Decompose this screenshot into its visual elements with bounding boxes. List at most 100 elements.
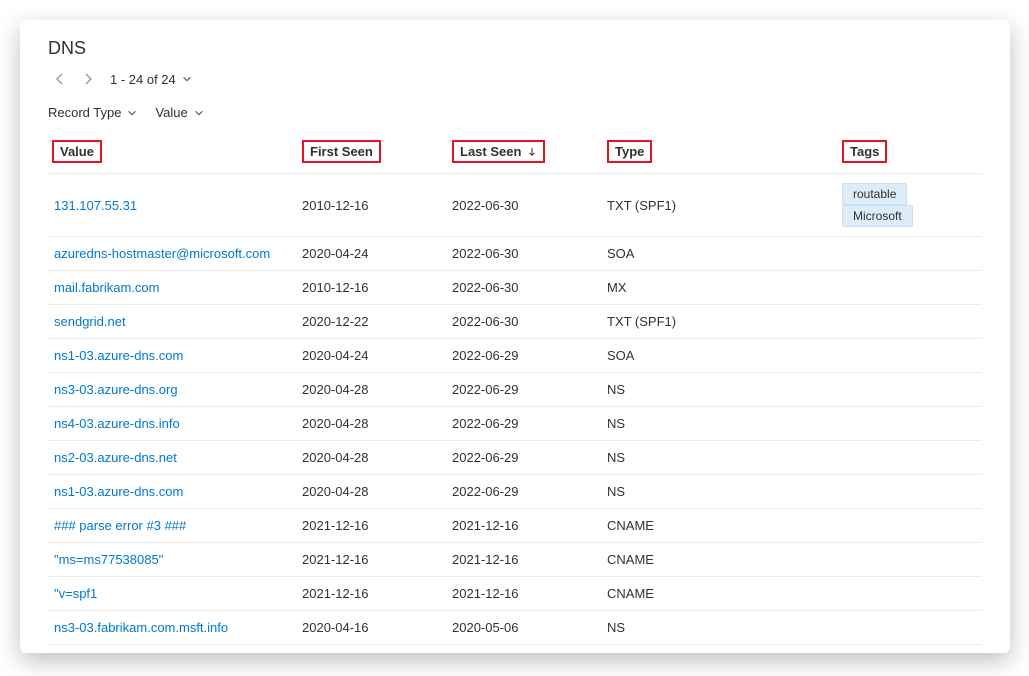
cell-type: MX [603, 271, 838, 305]
cell-first-seen: 2020-04-24 [298, 237, 448, 271]
table-row: ns2-03.azure-dns.net2020-04-282022-06-29… [48, 441, 982, 475]
table-row: azuredns-hostmaster@microsoft.com 2020-04… [48, 237, 982, 271]
cell-type: TXT (SPF1) [603, 174, 838, 237]
cell-first-seen: 2020-04-24 [298, 339, 448, 373]
cell-tags [838, 611, 982, 645]
value-link[interactable]: ns3-03.azure-dns.org [54, 382, 178, 397]
cell-first-seen: 2010-12-16 [298, 174, 448, 237]
table-header-row: Value First Seen Last Seen Type Tags [48, 130, 982, 174]
value-link[interactable]: ns4-03.azure-dns.info [54, 416, 180, 431]
cell-first-seen: 2010-12-16 [298, 271, 448, 305]
table-row: "v=spf12021-12-162021-12-16CNAME [48, 577, 982, 611]
value-link[interactable]: azuredns-hostmaster@microsoft.com [54, 246, 270, 261]
column-header-tags[interactable]: Tags [838, 130, 982, 174]
value-link[interactable]: ns2-03.azure-dns.net [54, 450, 177, 465]
filters-row: Record Type Value [48, 105, 982, 120]
cell-first-seen: 2020-04-28 [298, 475, 448, 509]
cell-last-seen: 2022-06-29 [448, 339, 603, 373]
cell-tags [838, 509, 982, 543]
table-row: ns3-03.fabrikam.com.msft.info 2020-04-162… [48, 611, 982, 645]
cell-tags [838, 271, 982, 305]
tag-pill[interactable]: Microsoft [842, 205, 913, 227]
cell-type: NS [603, 611, 838, 645]
cell-last-seen: 2021-12-16 [448, 509, 603, 543]
table-row: 131.107.55.31 2010-12-162022-06-30TXT (SP… [48, 174, 982, 237]
table-row: mail.fabrikam.com 2010-12-162022-06-30MX [48, 271, 982, 305]
cell-type: SOA [603, 237, 838, 271]
cell-first-seen: 2020-12-22 [298, 305, 448, 339]
value-link[interactable]: 131.107.55.31 [54, 198, 137, 213]
column-header-type[interactable]: Type [603, 130, 838, 174]
dns-panel: DNS 1 - 24 of 24 Record Type Value Value [20, 20, 1010, 653]
chevron-right-icon [82, 73, 94, 85]
filter-value[interactable]: Value [155, 105, 203, 120]
table-row: ns1-03.azure-dns.com 2020-04-282022-06-29… [48, 475, 982, 509]
cell-first-seen: 2020-04-28 [298, 373, 448, 407]
column-header-last-seen[interactable]: Last Seen [448, 130, 603, 174]
value-link[interactable]: ns1-03.azure-dns.com [54, 484, 183, 499]
cell-tags [838, 305, 982, 339]
value-link[interactable]: "v=spf1 [54, 586, 97, 601]
cell-type: CNAME [603, 543, 838, 577]
cell-type: NS [603, 373, 838, 407]
value-link[interactable]: ns1-03.azure-dns.com [54, 348, 183, 363]
cell-first-seen: 2021-12-16 [298, 543, 448, 577]
table-row: sendgrid.net2020-12-222022-06-30TXT (SPF… [48, 305, 982, 339]
value-link[interactable]: "ms=ms77538085" [54, 552, 163, 567]
dns-table: Value First Seen Last Seen Type Tags [48, 130, 982, 645]
cell-last-seen: 2022-06-29 [448, 407, 603, 441]
pager: 1 - 24 of 24 [48, 67, 982, 91]
cell-last-seen: 2021-12-16 [448, 577, 603, 611]
cell-tags [838, 407, 982, 441]
cell-first-seen: 2020-04-16 [298, 611, 448, 645]
filter-record-type[interactable]: Record Type [48, 105, 137, 120]
cell-tags [838, 339, 982, 373]
cell-last-seen: 2022-06-29 [448, 373, 603, 407]
cell-tags [838, 577, 982, 611]
pager-range-dropdown[interactable]: 1 - 24 of 24 [110, 72, 192, 87]
cell-type: SOA [603, 339, 838, 373]
chevron-left-icon [54, 73, 66, 85]
cell-tags [838, 475, 982, 509]
cell-type: NS [603, 407, 838, 441]
sort-desc-icon [527, 147, 537, 157]
cell-type: CNAME [603, 577, 838, 611]
pager-range-text: 1 - 24 of 24 [110, 72, 176, 87]
tag-pill[interactable]: routable [842, 183, 907, 205]
column-header-first-seen[interactable]: First Seen [298, 130, 448, 174]
filter-label: Record Type [48, 105, 121, 120]
value-link[interactable]: ns3-03.fabrikam.com.msft.info [54, 620, 228, 635]
cell-tags: routableMicrosoft [838, 174, 982, 237]
table-row: ns4-03.azure-dns.info 2020-04-282022-06-2… [48, 407, 982, 441]
page-title: DNS [48, 38, 982, 59]
filter-label: Value [155, 105, 187, 120]
cell-last-seen: 2022-06-30 [448, 305, 603, 339]
chevron-down-icon [194, 108, 204, 118]
cell-last-seen: 2022-06-29 [448, 475, 603, 509]
cell-type: NS [603, 475, 838, 509]
value-link[interactable]: ### parse error #3 ### [54, 518, 186, 533]
value-link[interactable]: mail.fabrikam.com [54, 280, 159, 295]
cell-last-seen: 2022-06-30 [448, 174, 603, 237]
cell-first-seen: 2020-04-28 [298, 441, 448, 475]
table-row: ns3-03.azure-dns.org 2020-04-282022-06-29… [48, 373, 982, 407]
cell-first-seen: 2021-12-16 [298, 509, 448, 543]
cell-last-seen: 2022-06-30 [448, 237, 603, 271]
cell-tags [838, 441, 982, 475]
table-row: ns1-03.azure-dns.com 2020-04-242022-06-29… [48, 339, 982, 373]
cell-first-seen: 2020-04-28 [298, 407, 448, 441]
cell-tags [838, 237, 982, 271]
chevron-down-icon [127, 108, 137, 118]
pager-next-button[interactable] [76, 67, 100, 91]
pager-prev-button[interactable] [48, 67, 72, 91]
cell-tags [838, 543, 982, 577]
table-row: ### parse error #3 ### 2021-12-162021-12-… [48, 509, 982, 543]
cell-last-seen: 2020-05-06 [448, 611, 603, 645]
column-header-value[interactable]: Value [48, 130, 298, 174]
cell-last-seen: 2022-06-30 [448, 271, 603, 305]
chevron-down-icon [182, 74, 192, 84]
cell-type: NS [603, 441, 838, 475]
cell-type: CNAME [603, 509, 838, 543]
value-link[interactable]: sendgrid.net [54, 314, 126, 329]
cell-tags [838, 373, 982, 407]
